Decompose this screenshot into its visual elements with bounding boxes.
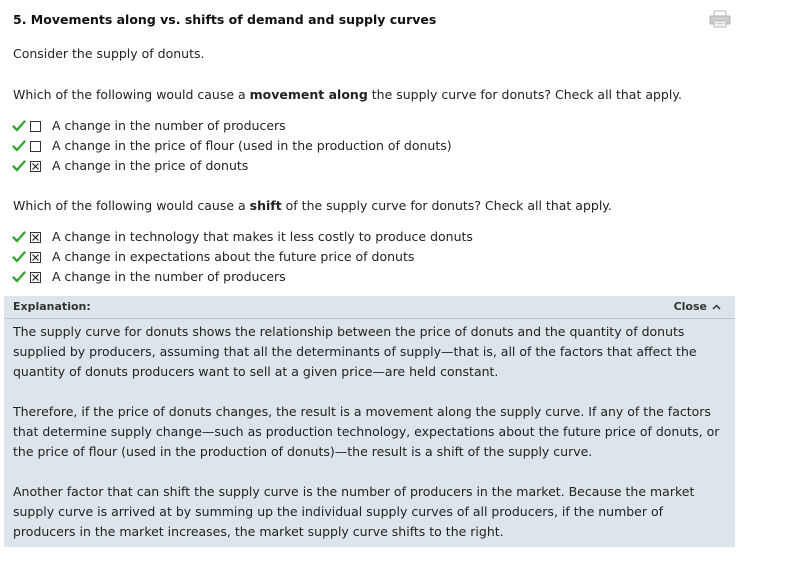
explanation-paragraph: Another factor that can shift the supply… xyxy=(13,484,695,539)
question-2-options: A change in technology that makes it les… xyxy=(12,227,473,287)
option-checkbox-checked[interactable] xyxy=(30,251,41,263)
option-label: A change in technology that makes it les… xyxy=(52,229,473,244)
chevron-up-icon xyxy=(712,303,721,310)
option-checkbox-checked[interactable] xyxy=(30,231,41,243)
option-row: A change in technology that makes it les… xyxy=(12,227,473,247)
option-checkbox-checked[interactable] xyxy=(30,160,41,172)
option-checkbox-checked[interactable] xyxy=(30,271,41,283)
check-mark-icon xyxy=(12,119,26,133)
question-2-prompt: Which of the following would cause a shi… xyxy=(13,198,612,213)
check-mark-icon xyxy=(12,250,26,264)
question-title: 5. Movements along vs. shifts of demand … xyxy=(13,12,437,27)
option-row: A change in the price of donuts xyxy=(12,156,452,176)
explanation-paragraph: Therefore, if the price of donuts change… xyxy=(13,404,720,459)
check-mark-icon xyxy=(12,230,26,244)
explanation-header: Explanation: Close xyxy=(4,296,735,319)
question-1-prompt: Which of the following would cause a mov… xyxy=(13,87,682,102)
option-row: A change in expectations about the futur… xyxy=(12,247,473,267)
question-header: 5. Movements along vs. shifts of demand … xyxy=(13,10,735,30)
check-mark-icon xyxy=(12,139,26,153)
print-icon[interactable] xyxy=(709,10,731,28)
explanation-paragraph: The supply curve for donuts shows the re… xyxy=(13,324,697,379)
close-explanation-button[interactable]: Close xyxy=(674,300,721,313)
question-1-options: A change in the number of producers A ch… xyxy=(12,116,452,176)
option-label: A change in expectations about the futur… xyxy=(52,249,415,264)
explanation-label: Explanation: xyxy=(13,300,91,313)
option-label: A change in the number of producers xyxy=(52,269,286,284)
explanation-body: The supply curve for donuts shows the re… xyxy=(4,319,735,542)
option-row: A change in the number of producers xyxy=(12,267,473,287)
option-row: A change in the price of flour (used in … xyxy=(12,136,452,156)
option-checkbox[interactable] xyxy=(30,120,41,132)
explanation-panel: Explanation: Close The supply curve for … xyxy=(4,296,735,547)
option-label: A change in the number of producers xyxy=(52,118,286,133)
option-row: A change in the number of producers xyxy=(12,116,452,136)
close-label: Close xyxy=(673,300,707,313)
check-mark-icon xyxy=(12,159,26,173)
option-label: A change in the price of donuts xyxy=(52,158,249,173)
option-checkbox[interactable] xyxy=(30,140,41,152)
check-mark-icon xyxy=(12,270,26,284)
intro-text: Consider the supply of donuts. xyxy=(13,46,205,61)
option-label: A change in the price of flour (used in … xyxy=(52,138,452,153)
